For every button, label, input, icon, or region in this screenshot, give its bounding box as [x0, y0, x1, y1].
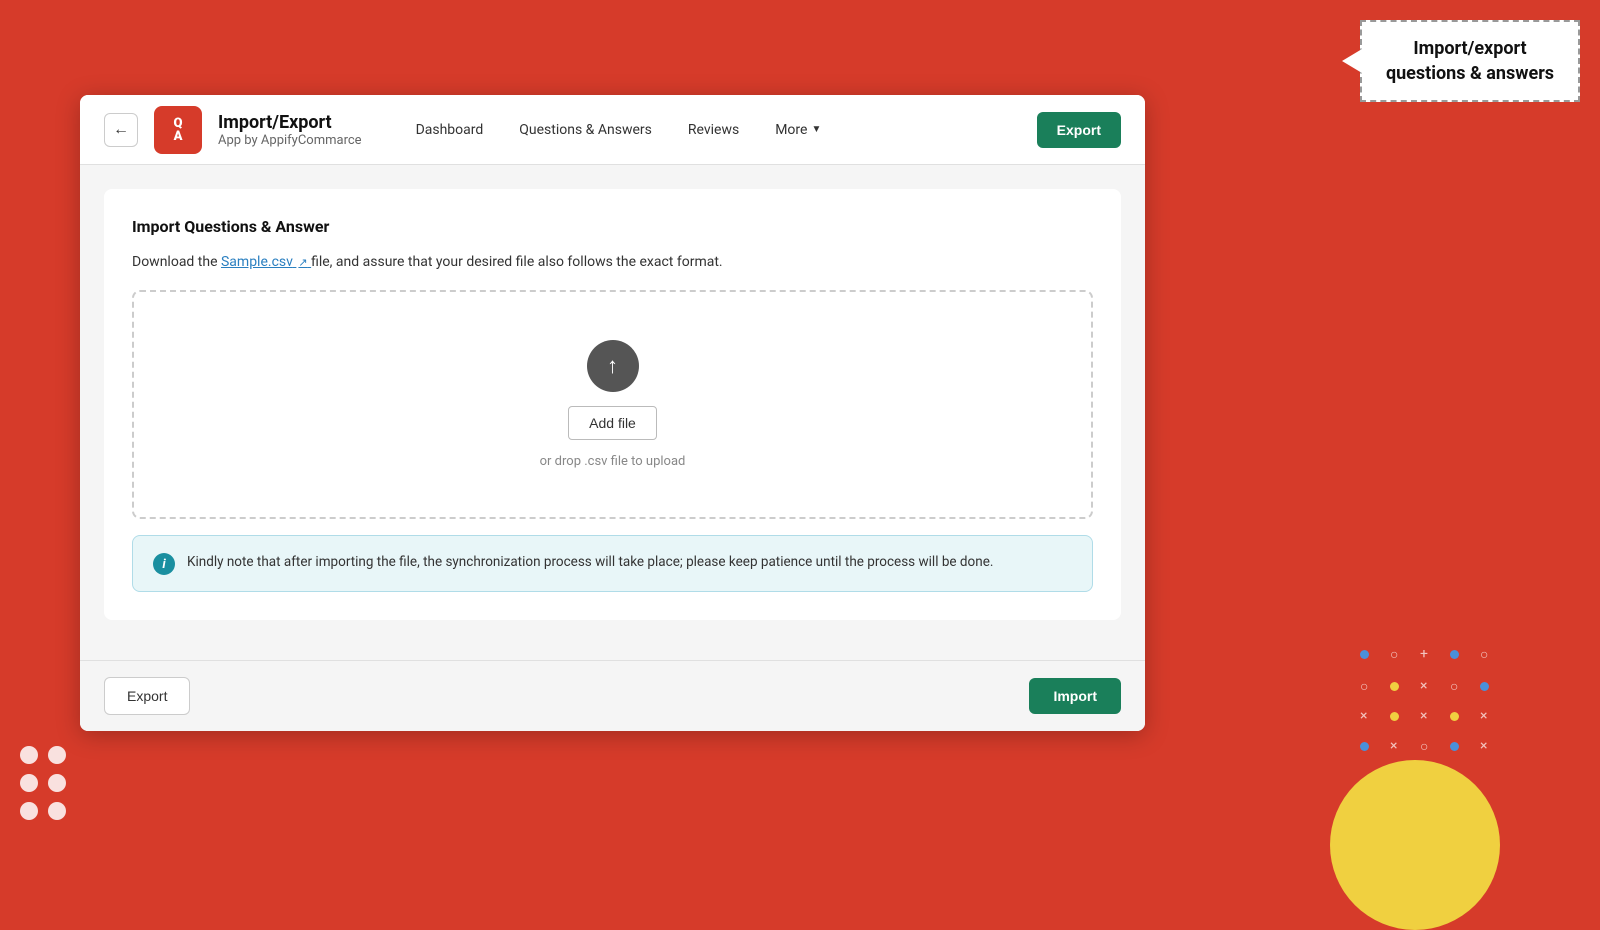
nav-questions-answers[interactable]: Questions & Answers	[505, 114, 666, 146]
decorative-circle-yellow	[1330, 760, 1500, 930]
app-logo: QA	[154, 106, 202, 154]
back-arrow-icon: ←	[113, 121, 129, 139]
info-i-symbol: i	[162, 557, 165, 572]
app-subtitle: App by AppifyCommarce	[218, 133, 362, 148]
nav-dashboard[interactable]: Dashboard	[402, 114, 498, 146]
download-suffix: file, and assure that your desired file …	[311, 254, 723, 270]
footer-import-button[interactable]: Import	[1029, 678, 1121, 714]
nav-reviews[interactable]: Reviews	[674, 114, 753, 146]
app-title: Import/Export	[218, 112, 362, 133]
annotation-title: Import/export questions & answers	[1386, 38, 1554, 84]
info-message: Kindly note that after importing the fil…	[187, 552, 993, 574]
download-text: Download the Sample.csv ↗ file, and assu…	[132, 254, 1093, 270]
decorative-dots-left	[20, 746, 66, 820]
drop-hint-text: or drop .csv file to upload	[540, 454, 686, 469]
sample-csv-link[interactable]: Sample.csv ↗	[221, 254, 311, 270]
app-header: ← QA Import/Export App by AppifyCommarce…	[80, 95, 1145, 165]
header-export-button[interactable]: Export	[1037, 112, 1121, 148]
upload-icon-circle: ↑	[587, 340, 639, 392]
back-button[interactable]: ←	[104, 113, 138, 147]
footer-export-button[interactable]: Export	[104, 677, 190, 715]
info-box: i Kindly note that after importing the f…	[132, 535, 1093, 592]
chevron-down-icon: ▼	[811, 124, 821, 135]
add-file-button[interactable]: Add file	[568, 406, 657, 440]
logo-text: QA	[174, 117, 183, 143]
upload-area[interactable]: ↑ Add file or drop .csv file to upload	[132, 290, 1093, 519]
nav-more-label: More	[775, 122, 807, 138]
app-footer: Export Import	[80, 660, 1145, 731]
sample-link-text: Sample.csv	[221, 254, 293, 270]
app-window: ← QA Import/Export App by AppifyCommarce…	[80, 95, 1145, 731]
info-icon: i	[153, 553, 175, 575]
annotation-banner: Import/export questions & answers	[1360, 20, 1580, 102]
app-title-block: Import/Export App by AppifyCommarce	[218, 112, 362, 148]
download-prefix: Download the	[132, 254, 221, 270]
upload-arrow-icon: ↑	[607, 353, 618, 379]
external-link-icon: ↗	[298, 256, 307, 269]
import-card: Import Questions & Answer Download the S…	[104, 189, 1121, 620]
app-content: Import Questions & Answer Download the S…	[80, 165, 1145, 660]
nav-items: Dashboard Questions & Answers Reviews Mo…	[402, 114, 1021, 146]
nav-more[interactable]: More ▼	[761, 114, 835, 146]
import-title: Import Questions & Answer	[132, 217, 1093, 236]
